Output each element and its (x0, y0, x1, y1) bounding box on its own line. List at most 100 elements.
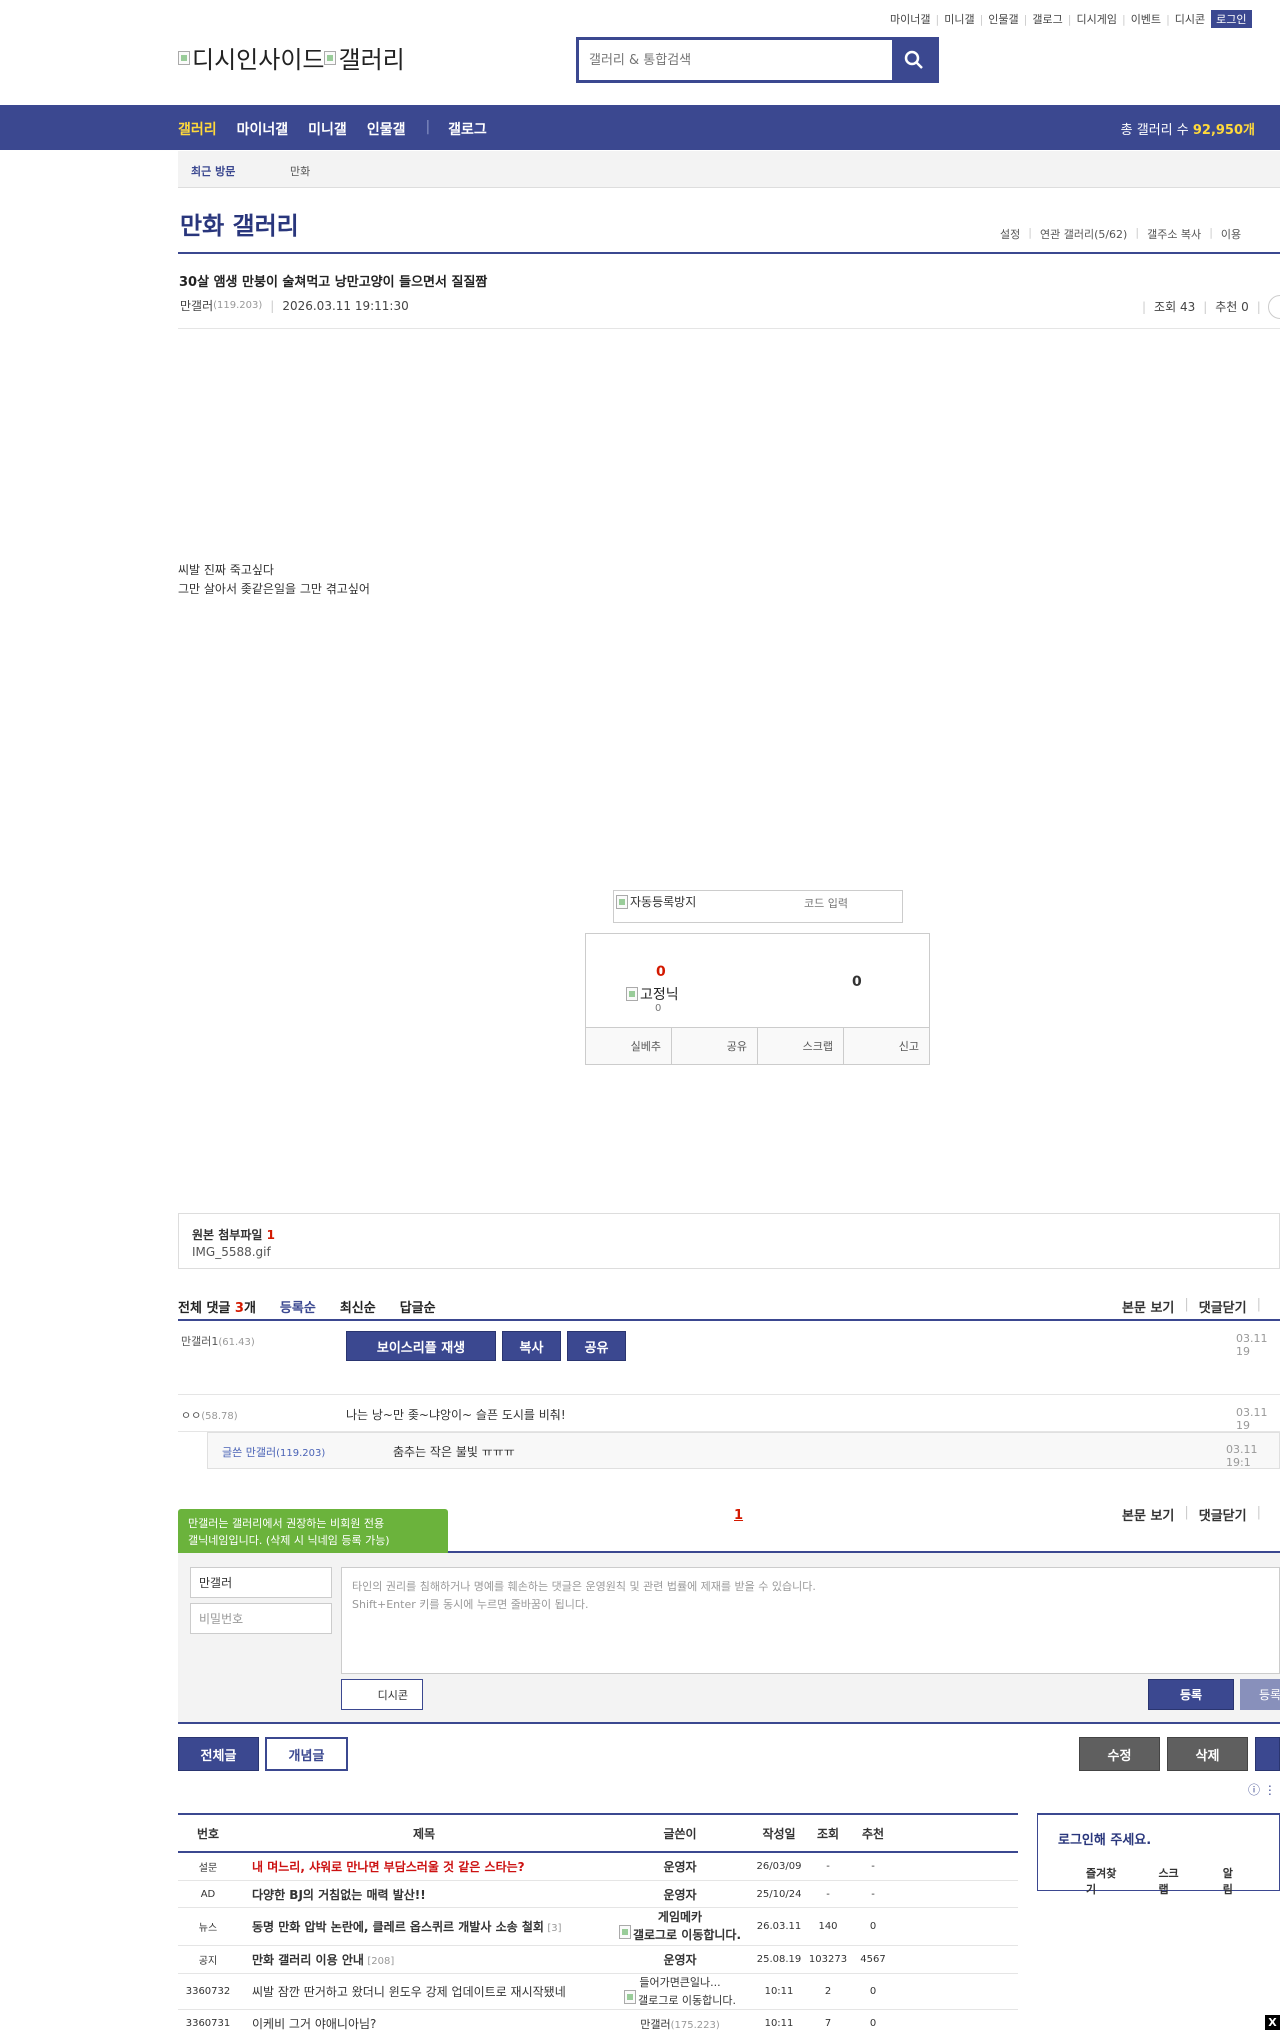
post-body-line: 씨발 진짜 죽고싶다 (178, 563, 274, 577)
comment-count: 3 (234, 1301, 244, 1316)
recent-visit-label[interactable]: 최근 방문 (191, 163, 235, 179)
row-number: 3360731 (185, 2018, 231, 2029)
comment-nick-name[interactable]: ㅇㅇ (181, 1409, 201, 1422)
write-button[interactable] (1255, 1737, 1280, 1771)
gallery-setting[interactable]: 설정 (1000, 226, 1020, 242)
comment-register-secondary-button[interactable]: 등록 (1240, 1679, 1280, 1710)
all-posts-button[interactable]: 전체글 (178, 1737, 259, 1771)
row-title[interactable]: 씨발 잠깐 딴거하고 왔더니 윈도우 강제 업데이트로 재시작됐네 (238, 1983, 610, 2000)
row-writer-gallog-text: 갤로그로 이동합니다. (637, 1994, 737, 2007)
close-comments-link[interactable]: 댓글닫기 (1199, 1505, 1247, 1524)
view-body-link[interactable]: 본문 보기 (1122, 1297, 1174, 1316)
edit-button[interactable]: 수정 (1079, 1737, 1160, 1771)
row-reply-count[interactable]: [3] (547, 1923, 561, 1934)
row-views: - (826, 1888, 830, 1900)
login-prompt[interactable]: 로그인해 주세요. (1058, 1829, 1151, 1848)
row-title[interactable]: 다양한 BJ의 거침없는 매력 발산!! (238, 1886, 610, 1903)
row-title[interactable]: 내 며느리, 샤워로 만나면 부담스러울 것 같은 스타는? (238, 1858, 610, 1875)
row-recommend: - (871, 1861, 875, 1872)
password-field[interactable]: 비밀번호 (190, 1603, 332, 1634)
reply-nick: 글쓴 만갤러(119.203) (222, 1444, 325, 1460)
best-recommend-button[interactable]: 실베추 (586, 1028, 672, 1064)
row-recommend: 0 (869, 1986, 877, 1997)
top-link-game[interactable]: 디시게임 (1076, 11, 1116, 27)
voice-copy-button[interactable]: 복사 (502, 1331, 561, 1361)
related-gallery[interactable]: 연관 갤러리(5/62) (1040, 226, 1127, 242)
row-views: 103273 (808, 1954, 848, 1965)
concept-posts-button[interactable]: 개념글 (265, 1737, 348, 1771)
view-body-link[interactable]: 본문 보기 (1122, 1505, 1174, 1524)
scrap-button[interactable]: 스크랩 (758, 1028, 844, 1064)
top-link-event[interactable]: 이벤트 (1131, 11, 1161, 27)
search-icon (904, 50, 923, 69)
attachment-file-link[interactable]: IMG_5588.gif (192, 1245, 271, 1259)
nav-mini-gallery[interactable]: 미니갤 (308, 119, 347, 139)
search-button[interactable] (892, 40, 936, 80)
comment-write-area: 만갤러 비밀번호 타인의 권리를 침해하거나 명예를 훼손하는 댓글은 운영원칙… (178, 1553, 1280, 1724)
comment-register-button[interactable]: 등록 (1148, 1679, 1234, 1710)
report-button[interactable]: 신고 (844, 1028, 929, 1064)
row-date: 25.08.19 (756, 1954, 802, 1965)
scrap-link[interactable]: 스크랩 (1158, 1865, 1182, 1897)
info-icon[interactable]: ⓘ ⋮ (1248, 1781, 1276, 1798)
sort-reply[interactable]: 답글순 (400, 1297, 436, 1316)
nav-person-gallery[interactable]: 인물갤 (367, 119, 406, 139)
login-button[interactable]: 로그인 (1211, 10, 1252, 28)
sort-latest[interactable]: 최신순 (340, 1297, 376, 1316)
row-recommend: - (871, 1888, 875, 1900)
comment-count-unit: 개 (243, 1301, 256, 1316)
row-writer[interactable]: 운영자 (610, 1858, 750, 1875)
row-writer[interactable]: 만갤러(175.223) (610, 2016, 750, 2031)
close-icon[interactable]: X (1265, 2015, 1280, 2030)
top-link-gallog[interactable]: 갤로그 (1032, 11, 1062, 27)
table-row: AD 다양한 BJ의 거침없는 매력 발산!! 운영자 25/10/24 - - (178, 1881, 1018, 1908)
voice-share-button[interactable]: 공유 (567, 1331, 626, 1361)
nav-minor-gallery[interactable]: 마이너갤 (237, 119, 289, 139)
nickname-field[interactable]: 만갤러 (190, 1567, 332, 1598)
row-number: 공지 (198, 1956, 218, 1967)
top-link-person[interactable]: 인물갤 (988, 11, 1018, 27)
sort-registered[interactable]: 등록순 (280, 1297, 316, 1316)
notification-link[interactable]: 알림 (1223, 1865, 1239, 1897)
attachment-box: 원본 첨부파일 1 IMG_5588.gif (178, 1213, 1280, 1269)
nav-gallog[interactable]: 갤로그 (448, 119, 487, 139)
comment-page-current[interactable]: 1 (734, 1508, 743, 1523)
row-writer[interactable]: 운영자 (610, 1886, 750, 1903)
search-box (576, 37, 939, 83)
row-writer[interactable]: 들어가면큰일나... 갤로그로 이동합니다. (610, 1975, 750, 2008)
close-comments-link[interactable]: 댓글닫기 (1199, 1297, 1247, 1316)
gallery-usage[interactable]: 이용 (1221, 226, 1241, 242)
row-reply-count[interactable]: [208] (367, 1956, 394, 1967)
copy-gallery-address[interactable]: 갤주소 복사 (1147, 226, 1201, 242)
favorites-link[interactable]: 즐겨찾기 (1086, 1865, 1118, 1897)
row-writer[interactable]: 운영자 (610, 1951, 750, 1968)
delete-button[interactable]: 삭제 (1167, 1737, 1248, 1771)
row-title[interactable]: 만화 갤러리 이용 안내 (252, 1953, 364, 1967)
nav-gallery[interactable]: 갤러리 (178, 119, 217, 139)
comment-nick: 만갤러1(61.43) (181, 1333, 255, 1349)
row-title[interactable]: 동명 만화 압박 논란에, 클레르 옵스퀴르 개발사 소송 철회 (252, 1920, 544, 1934)
dccon-button[interactable]: 디시콘 (341, 1679, 423, 1710)
share-button[interactable]: 공유 (672, 1028, 758, 1064)
top-link-mini[interactable]: 미니갤 (944, 11, 974, 27)
post-option-button[interactable] (1268, 295, 1280, 319)
site-logo[interactable]: 디시인사이드 갤러리 (178, 40, 405, 75)
gallery-title[interactable]: 만화 갤러리 (180, 206, 299, 241)
row-writer-name: 들어가면큰일나... (639, 1976, 721, 1989)
comment-nick-name[interactable]: 만갤러1 (181, 1335, 218, 1348)
search-input[interactable] (579, 40, 879, 80)
row-title[interactable]: 이케비 그거 야애니아님? (238, 2015, 610, 2031)
recent-visit-item[interactable]: 만화 (290, 163, 310, 179)
voice-reply-play-button[interactable]: 보이스리플 재생 (346, 1331, 496, 1361)
post-author[interactable]: 만갤러 (180, 297, 213, 314)
top-link-minor[interactable]: 마이너갤 (890, 11, 930, 27)
row-recommend: 0 (869, 1921, 877, 1932)
post-stats: | 조회 43 | 추천 0 | (1142, 299, 1261, 315)
comment-textarea[interactable]: 타인의 권리를 침해하거나 명예를 훼손하는 댓글은 운영원칙 및 관련 법률에… (341, 1567, 1280, 1674)
row-writer[interactable]: 게임메카 갤로그로 이동합니다. (610, 1910, 750, 1943)
captcha-input[interactable] (756, 897, 896, 910)
comment-ip: (58.78) (201, 1411, 238, 1422)
row-title-cell: 만화 갤러리 이용 안내 [208] (238, 1951, 610, 1968)
top-link-dccon[interactable]: 디시콘 (1175, 11, 1205, 27)
reply-nick-name[interactable]: 글쓴 만갤러 (222, 1446, 276, 1459)
